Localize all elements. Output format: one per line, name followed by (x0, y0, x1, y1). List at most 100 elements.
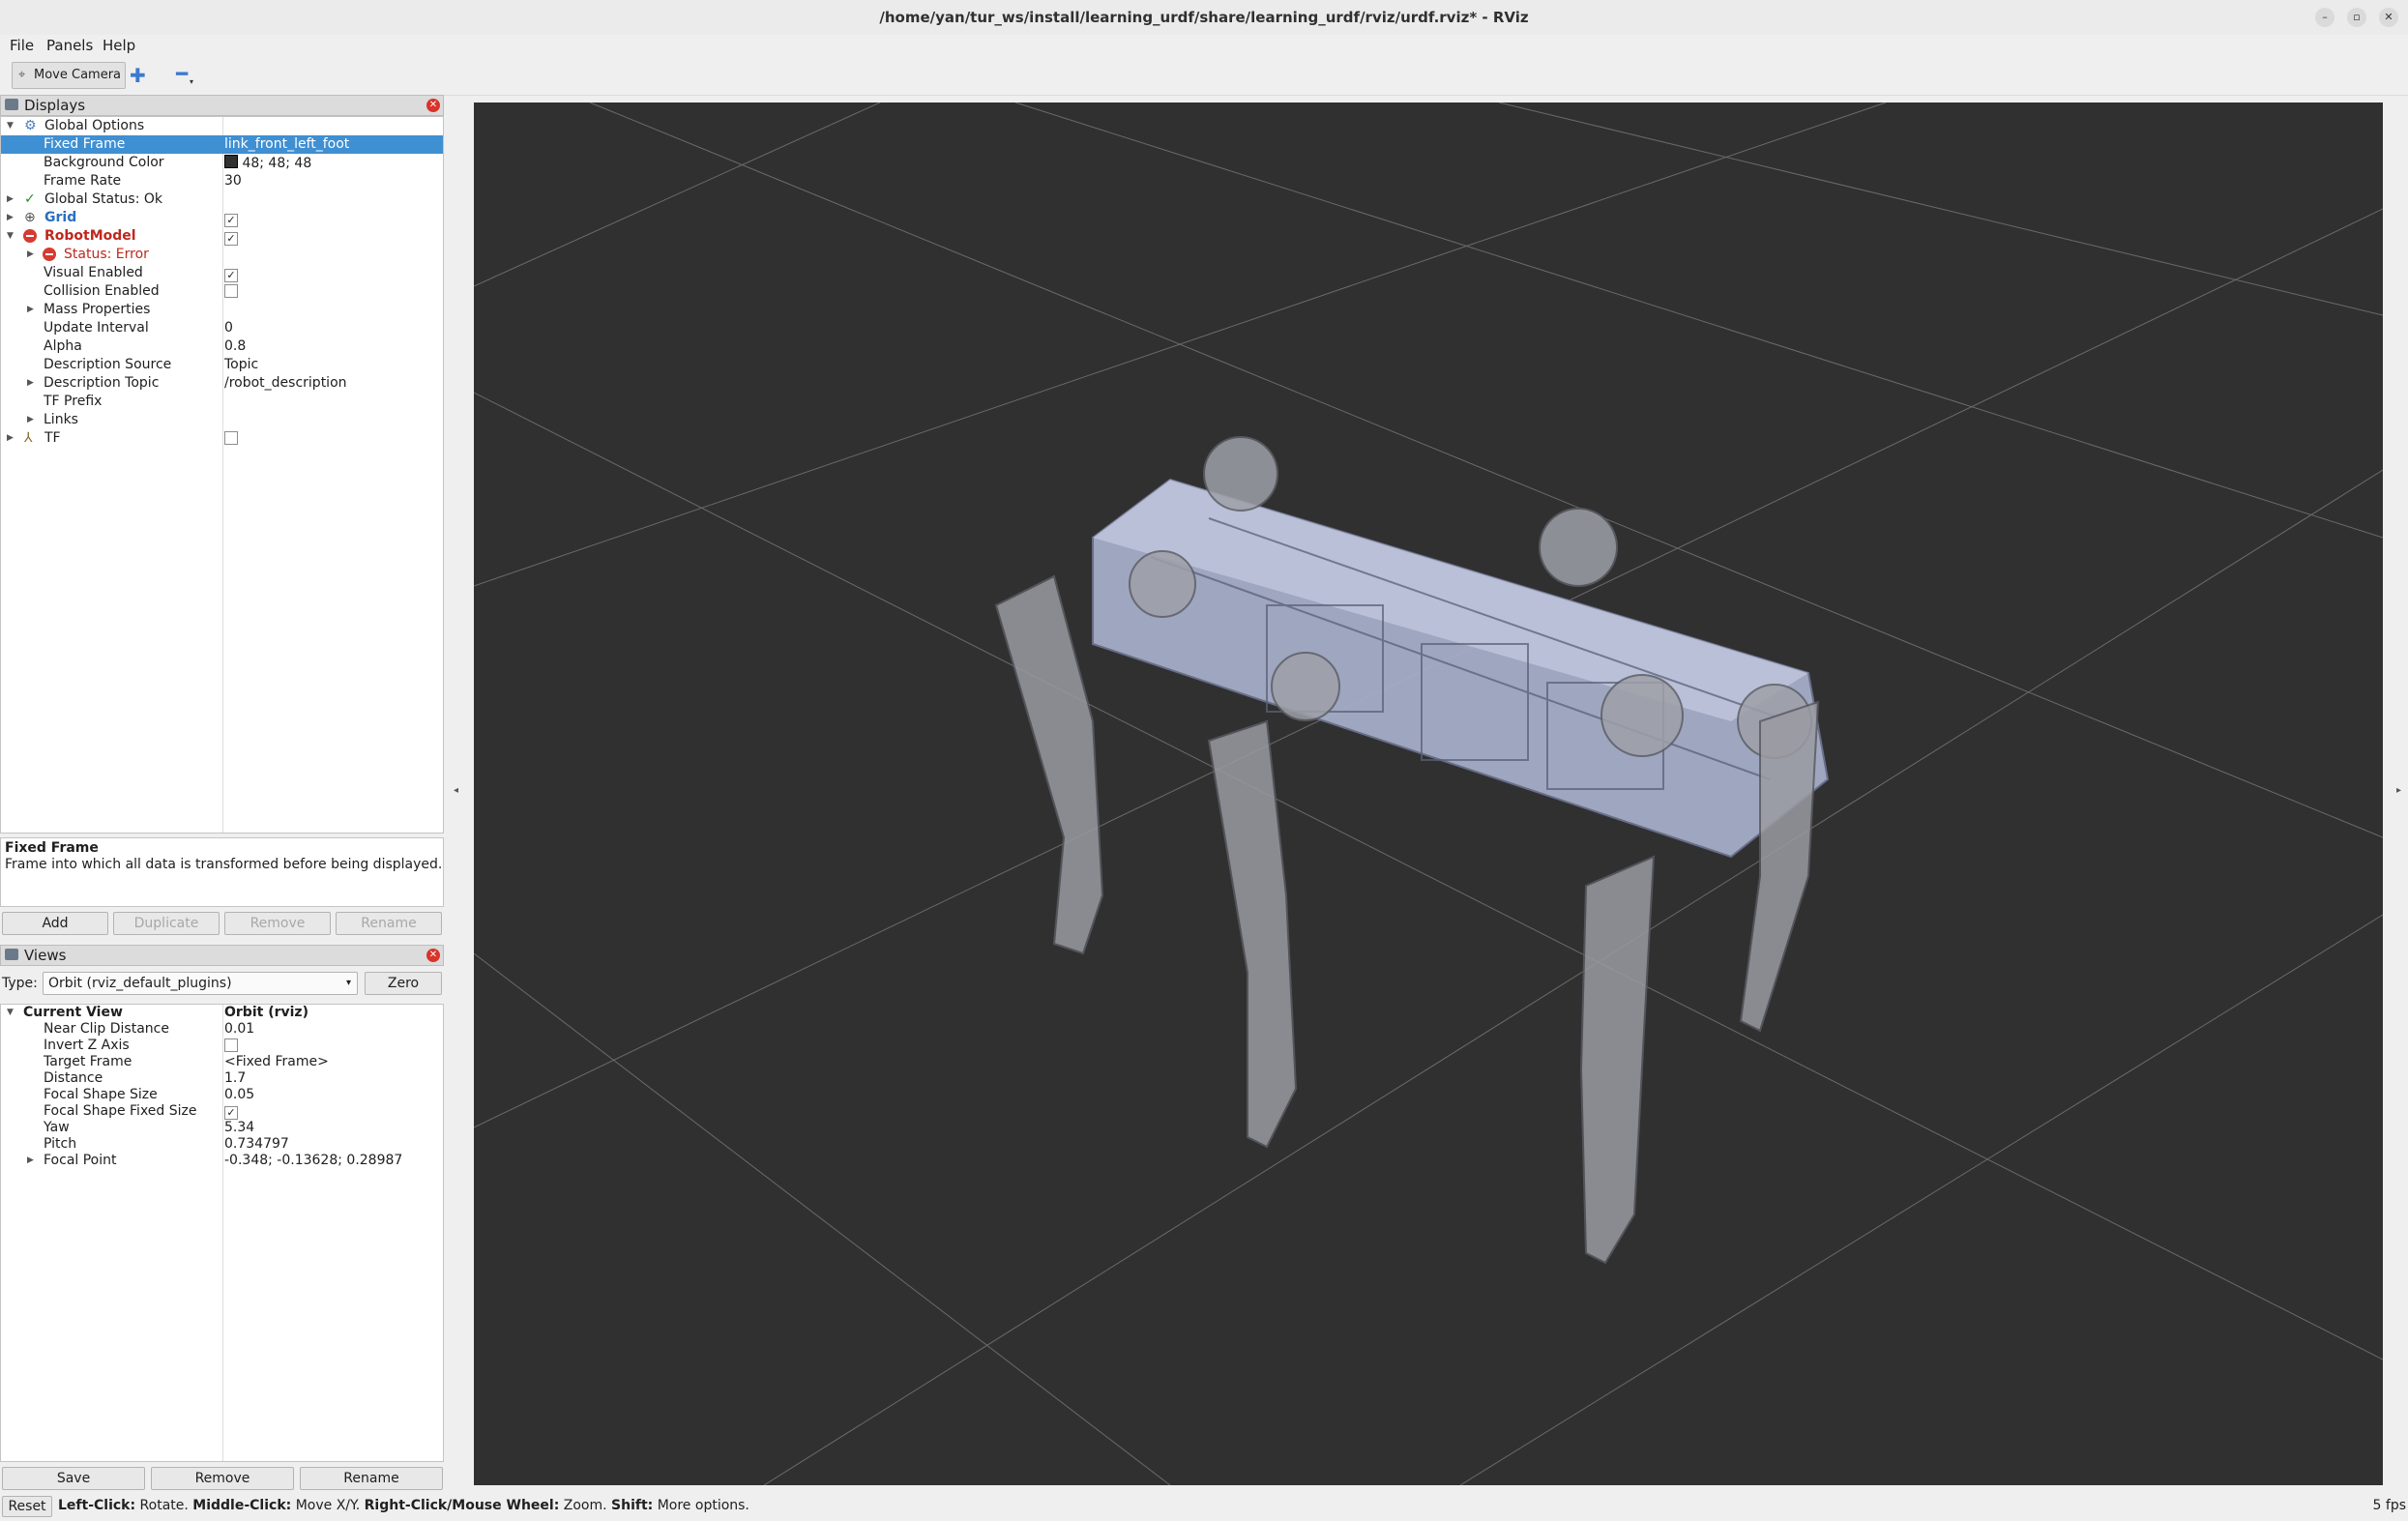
minimize-icon[interactable]: – (2315, 8, 2335, 27)
tree-row-grid[interactable]: ▶ ⊕ Grid ✓ (1, 209, 443, 227)
add-tool-icon[interactable]: ✚ (130, 64, 146, 87)
view-row-focal-point[interactable]: ▶ Focal Point -0.348; -0.13628; 0.28987 (1, 1153, 443, 1169)
camera-icon: ⌖ (18, 68, 26, 82)
tree-row-global-options[interactable]: ▼ ⚙ Global Options (1, 117, 443, 135)
menu-panels[interactable]: Panels (46, 37, 93, 54)
focal-shape-fixed-checkbox[interactable]: ✓ (224, 1106, 238, 1120)
tree-row-links[interactable]: ▶ Links (1, 411, 443, 429)
close-icon[interactable]: ✕ (2379, 8, 2398, 27)
rename-display-button[interactable]: Rename (336, 912, 442, 935)
collapse-left-icon[interactable]: ◂ (454, 785, 458, 796)
collapsed-arrow-icon[interactable]: ▶ (27, 1153, 34, 1169)
tree-row-description-source[interactable]: Description Source Topic (1, 356, 443, 374)
color-swatch (224, 155, 238, 168)
collapsed-arrow-icon[interactable]: ▶ (7, 429, 14, 448)
focal-point-value[interactable]: -0.348; -0.13628; 0.28987 (224, 1153, 402, 1169)
expand-arrow-icon[interactable]: ▼ (7, 1005, 14, 1021)
close-panel-icon[interactable]: ✕ (426, 99, 440, 112)
collapsed-arrow-icon[interactable]: ▶ (27, 411, 34, 429)
displays-panel-header: Displays ✕ (0, 95, 444, 116)
collision-enabled-checkbox[interactable] (224, 284, 238, 298)
tree-row-tf[interactable]: ▶ ⅄ TF (1, 429, 443, 448)
remove-tool-icon[interactable]: ━ (176, 62, 188, 85)
view-type-label: Type: (2, 976, 38, 991)
pitch-value[interactable]: 0.734797 (224, 1136, 289, 1153)
frame-rate-value[interactable]: 30 (224, 172, 242, 190)
tree-row-description-topic[interactable]: ▶ Description Topic /robot_description (1, 374, 443, 393)
collapse-right-icon[interactable]: ▸ (2396, 785, 2401, 796)
tf-enabled-checkbox[interactable] (224, 431, 238, 445)
focal-shape-size-value[interactable]: 0.05 (224, 1087, 254, 1103)
view-row-target-frame[interactable]: Target Frame <Fixed Frame> (1, 1054, 443, 1070)
move-camera-button[interactable]: ⌖ Move Camera (12, 62, 126, 89)
tree-row-tf-prefix[interactable]: TF Prefix (1, 393, 443, 411)
hint-key: Left-Click: (58, 1498, 136, 1513)
grid-icon: ⊕ (24, 210, 36, 225)
tree-row-visual-enabled[interactable]: Visual Enabled ✓ (1, 264, 443, 282)
view-row-distance[interactable]: Distance 1.7 (1, 1070, 443, 1087)
view-row-invert-z[interactable]: Invert Z Axis (1, 1038, 443, 1054)
target-frame-value[interactable]: <Fixed Frame> (224, 1054, 329, 1070)
collapsed-arrow-icon[interactable]: ▶ (27, 246, 34, 264)
update-interval-value[interactable]: 0 (224, 319, 233, 337)
description-source-value[interactable]: Topic (224, 356, 258, 374)
row-label: Visual Enabled (44, 265, 143, 280)
description-topic-value[interactable]: /robot_description (224, 374, 347, 393)
view-row-focal-shape-size[interactable]: Focal Shape Size 0.05 (1, 1087, 443, 1103)
hint-text: More options. (653, 1498, 749, 1513)
row-label: Focal Shape Size (44, 1087, 158, 1102)
alpha-value[interactable]: 0.8 (224, 337, 246, 356)
collapsed-arrow-icon[interactable]: ▶ (27, 374, 34, 393)
view-row-yaw[interactable]: Yaw 5.34 (1, 1120, 443, 1136)
background-color-value[interactable]: 48; 48; 48 (224, 154, 311, 173)
duplicate-display-button[interactable]: Duplicate (113, 912, 220, 935)
invert-z-checkbox[interactable] (224, 1038, 238, 1052)
yaw-value[interactable]: 5.34 (224, 1120, 254, 1136)
gear-icon: ⚙ (24, 118, 37, 133)
view-row-near-clip[interactable]: Near Clip Distance 0.01 (1, 1021, 443, 1038)
dropdown-arrow-icon[interactable]: ▾ (190, 77, 193, 86)
tree-row-background-color[interactable]: Background Color 48; 48; 48 (1, 154, 443, 172)
maximize-icon[interactable]: ▫ (2347, 8, 2366, 27)
reset-button[interactable]: Reset (2, 1496, 52, 1517)
row-label: Near Clip Distance (44, 1021, 169, 1037)
tree-row-mass-properties[interactable]: ▶ Mass Properties (1, 301, 443, 319)
expand-arrow-icon[interactable]: ▼ (7, 227, 14, 246)
tree-row-robotmodel[interactable]: ▼ RobotModel ✓ (1, 227, 443, 246)
expand-arrow-icon[interactable]: ▼ (7, 117, 14, 135)
fixed-frame-value[interactable]: link_front_left_foot (224, 135, 349, 154)
remove-display-button[interactable]: Remove (224, 912, 331, 935)
visual-enabled-checkbox[interactable]: ✓ (224, 269, 238, 282)
close-panel-icon[interactable]: ✕ (426, 949, 440, 962)
save-view-button[interactable]: Save (2, 1467, 145, 1490)
collapsed-arrow-icon[interactable]: ▶ (27, 301, 34, 319)
menu-file[interactable]: File (10, 37, 34, 54)
tree-row-collision-enabled[interactable]: Collision Enabled (1, 282, 443, 301)
robotmodel-enabled-checkbox[interactable]: ✓ (224, 232, 238, 246)
tree-row-alpha[interactable]: Alpha 0.8 (1, 337, 443, 356)
current-view-value: Orbit (rviz) (224, 1005, 308, 1020)
tree-row-update-interval[interactable]: Update Interval 0 (1, 319, 443, 337)
view-row-pitch[interactable]: Pitch 0.734797 (1, 1136, 443, 1153)
zero-button[interactable]: Zero (365, 972, 442, 995)
row-label: Distance (44, 1070, 103, 1086)
near-clip-value[interactable]: 0.01 (224, 1021, 254, 1038)
rename-view-button[interactable]: Rename (300, 1467, 443, 1490)
tree-row-fixed-frame[interactable]: Fixed Frame link_front_left_foot (1, 135, 443, 154)
views-title: Views (24, 947, 67, 964)
tree-row-global-status[interactable]: ▶ ✓ Global Status: Ok (1, 190, 443, 209)
hint-key: Right-Click/Mouse Wheel: (364, 1498, 560, 1513)
remove-view-button[interactable]: Remove (151, 1467, 294, 1490)
view-row-current-view[interactable]: ▼ Current View Orbit (rviz) (1, 1005, 443, 1021)
collapsed-arrow-icon[interactable]: ▶ (7, 190, 14, 209)
collapsed-arrow-icon[interactable]: ▶ (7, 209, 14, 227)
add-display-button[interactable]: Add (2, 912, 108, 935)
render-viewport[interactable] (474, 102, 2383, 1485)
tree-row-status-error[interactable]: ▶ Status: Error (1, 246, 443, 264)
grid-enabled-checkbox[interactable]: ✓ (224, 214, 238, 227)
view-type-select[interactable]: Orbit (rviz_default_plugins) ▾ (43, 972, 358, 995)
menu-help[interactable]: Help (103, 37, 135, 54)
distance-value[interactable]: 1.7 (224, 1070, 246, 1087)
tree-row-frame-rate[interactable]: Frame Rate 30 (1, 172, 443, 190)
view-row-focal-shape-fixed[interactable]: Focal Shape Fixed Size ✓ (1, 1103, 443, 1120)
